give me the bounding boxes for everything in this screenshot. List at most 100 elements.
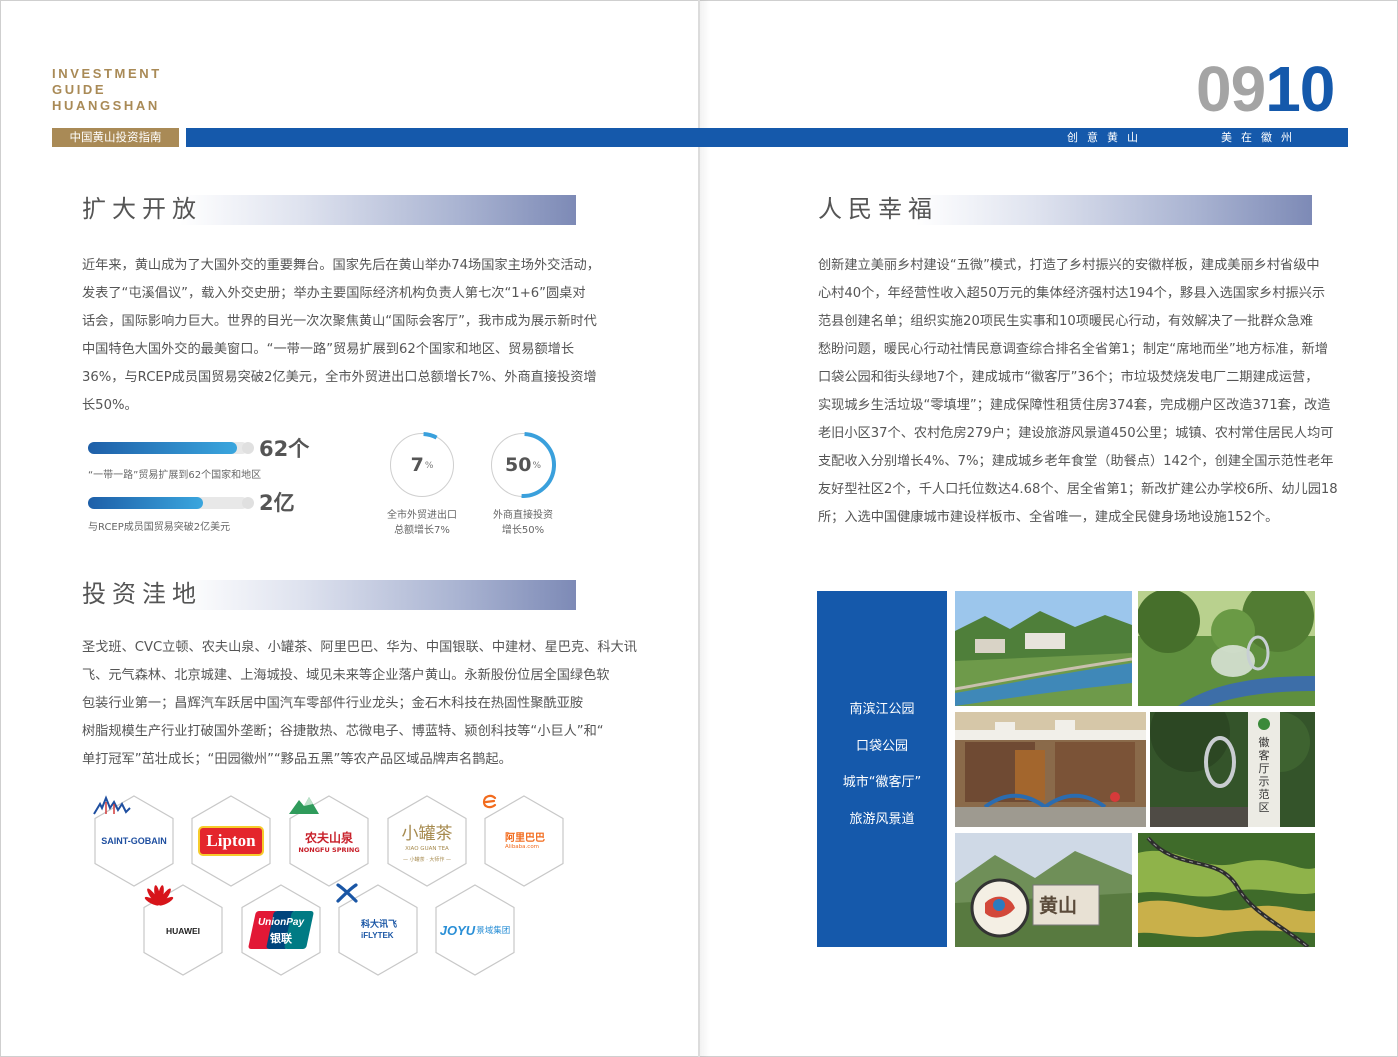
- section-invest-heading: 投资洼地: [82, 580, 576, 610]
- stat-value-countries: 62个: [259, 437, 310, 461]
- happy-line-8: 支配收入分别增长4%、7%；建成城乡老年食堂（助餐点）142个，创建全国示范性老…: [818, 454, 1334, 469]
- happy-line-10: 所；入选中国健康城市建设样板市、全省唯一，建成全民健身场地设施152个。: [818, 510, 1279, 525]
- progress-fill-rcep: [88, 497, 204, 509]
- stat-caption-countries: “一带一路”贸易扩展到62个国家和地区: [88, 470, 262, 481]
- invest-line-1: 圣戈班、CVC立顿、农夫山泉、小罐茶、阿里巴巴、华为、中国银联、中建材、星巴克、…: [82, 640, 637, 655]
- xiaoguan-en-text: XIAO GUAN TEA: [405, 846, 449, 852]
- photo-scenic-road-aerial: [1138, 833, 1315, 947]
- photo-huike-sign: 徽客厅示范区: [1150, 712, 1315, 827]
- guide-tag: 中国黄山投资指南: [52, 128, 179, 147]
- alibaba-e-icon: [482, 794, 497, 809]
- nongfu-cn-text: 农夫山泉: [304, 830, 353, 845]
- progress-bar-belt-road: [88, 442, 254, 454]
- page-number: 0910: [1196, 54, 1335, 124]
- slogan-right: 美在徽州: [1221, 131, 1301, 144]
- saint-gobain-text: SAINT-GOBAIN: [101, 836, 167, 846]
- brand-title: INVESTMENT GUIDE HUANGSHAN: [52, 66, 162, 114]
- brand-line-2: GUIDE: [52, 82, 107, 97]
- huawei-petal-icon: [144, 885, 174, 906]
- open-paragraph: 近年来，黄山成为了大国外交的重要舞台。国家先后在黄山举办74场国家主场外交活动，…: [82, 252, 600, 420]
- brand-line-3: HUANGSHAN: [52, 98, 160, 113]
- section-open-bar: [180, 195, 576, 225]
- section-happy-heading: 人民幸福: [818, 195, 1312, 225]
- ring-fdi-number: 50: [504, 454, 532, 476]
- photo-riverside-park: [955, 591, 1132, 706]
- open-line-4: 中国特色大国外交的最美窗口。“一带一路”贸易扩展到62个国家和地区、贸易额增长: [82, 342, 575, 357]
- photo-huike-lounge-building: [955, 712, 1146, 827]
- logo-xiaoguan-tea: 小罐茶 XIAO GUAN TEA — 小罐茶 · 大师作 —: [385, 794, 469, 888]
- happy-line-2: 心村40个，年经营性收入超50万元的集体经济强村达194个，黟县入选国家乡村振兴…: [818, 286, 1326, 301]
- nongfu-en-text: NONGFU SPRING: [298, 845, 360, 854]
- photo-huangshan-sign: 黄山: [955, 833, 1132, 947]
- progress-fill-belt-road: [88, 442, 237, 454]
- open-line-3: 话会，国际影响力巨大。世界的目光一次次聚焦黄山“国际会客厅”，我市成为展示新时代: [82, 314, 597, 329]
- caption-nanbinjiang-park: 南滨江公园: [849, 702, 915, 717]
- happy-paragraph: 创新建立美丽乡村建设“五微”模式，打造了乡村振兴的安徽样板，建成美丽乡村省级中 …: [818, 252, 1338, 532]
- photo-caption-panel: 南滨江公园 口袋公园 城市“徽客厅” 旅游风景道: [817, 591, 947, 947]
- joyu-en-text: JOYU: [439, 922, 476, 938]
- happy-line-5: 口袋公园和街头绿地7个，建成城市“徽客厅”36个；市垃圾焚烧发电厂二期建成运营，: [818, 370, 1319, 385]
- logo-saint-gobain: SAINT-GOBAIN: [92, 794, 176, 888]
- section-open-title: 扩大开放: [82, 195, 202, 223]
- xiaoguan-cn-text: 小罐茶: [401, 824, 453, 844]
- section-happy-title: 人民幸福: [818, 195, 938, 223]
- invest-line-2: 飞、元气森林、北京城建、上海城投、域见未来等企业落户黄山。永新股份位居全国绿色软: [82, 668, 610, 683]
- invest-line-5: 单打冠军”茁壮成长；“田园徽州”“黟品五黑”等农产品区域品牌声名鹊起。: [82, 752, 512, 767]
- open-line-2: 发表了“屯溪倡议”，载入外交史册；举办主要国际经济机构负责人第七次“1+6”圆桌…: [82, 286, 586, 301]
- saint-gobain-skyline-icon: [93, 795, 131, 815]
- ring-fdi: 50%: [490, 432, 556, 498]
- happy-line-7: 老旧小区37个、农村危房279户；建设旅游风景道450公里；城镇、农村常住居民人…: [818, 426, 1334, 441]
- alibaba-en-text: Alibaba.com: [505, 843, 540, 850]
- caption-pocket-park: 口袋公园: [855, 739, 908, 754]
- unionpay-cn-text: 银联: [270, 932, 292, 945]
- caption-city-lounge: 城市“徽客厅”: [842, 775, 922, 790]
- invest-line-3: 包装行业第一；昌辉汽车跃居中国汽车零部件行业龙头；金石木科技在热固性聚酰亚胺: [82, 696, 584, 711]
- open-line-6: 长50%。: [82, 398, 138, 413]
- progress-bar-rcep: [88, 497, 254, 509]
- ring-foreign-trade-unit: %: [424, 461, 434, 471]
- happy-line-9: 友好型社区2个，千人口托位数达4.68个、居全省第1；新改扩建公办学校6所、幼儿…: [818, 482, 1338, 497]
- happy-line-1: 创新建立美丽乡村建设“五微”模式，打造了乡村振兴的安徽样板，建成美丽乡村省级中: [818, 258, 1320, 273]
- open-line-1: 近年来，黄山成为了大国外交的重要舞台。国家先后在黄山举办74场国家主场外交活动，: [82, 258, 600, 273]
- logo-alibaba: 阿里巴巴 Alibaba.com: [482, 794, 566, 888]
- ring-fdi-caption-2: 增长50%: [501, 525, 545, 536]
- xiaoguan-sub-text: — 小罐茶 · 大师作 —: [403, 857, 451, 863]
- slogan-left: 创意黄山: [1067, 131, 1147, 144]
- ring-fdi-caption: 外商直接投资 增长50%: [474, 508, 572, 538]
- logo-nongfu-spring: 农夫山泉 NONGFU SPRING: [287, 794, 371, 888]
- section-open-heading: 扩大开放: [82, 195, 576, 225]
- ring-foreign-trade-caption-2: 总额增长7%: [394, 525, 450, 536]
- open-line-5: 36%，与RCEP成员国贸易突破2亿美元，全市外贸进出口总额增长7%、外商直接投…: [82, 370, 597, 385]
- book-spine: [698, 0, 710, 1057]
- ring-foreign-trade: 7%: [389, 432, 455, 498]
- invest-paragraph: 圣戈班、CVC立顿、农夫山泉、小罐茶、阿里巴巴、华为、中国银联、中建材、星巴克、…: [82, 634, 637, 774]
- huangshan-sign-text: 黄山: [1039, 895, 1078, 917]
- ring-foreign-trade-caption-1: 全市外贸进出口: [387, 510, 457, 521]
- ring-foreign-trade-caption: 全市外贸进出口 总额增长7%: [373, 508, 471, 538]
- alibaba-cn-text: 阿里巴巴: [505, 832, 545, 844]
- photo-pocket-park: [1138, 591, 1315, 706]
- section-invest-bar: [180, 580, 576, 610]
- unionpay-en-text: UnionPay: [257, 917, 305, 928]
- header-bar: [186, 128, 1348, 147]
- ring-fdi-caption-1: 外商直接投资: [493, 510, 553, 521]
- ring-fdi-unit: %: [532, 461, 541, 471]
- iflytek-cn-text: 科大讯飞: [360, 920, 397, 930]
- iflytek-x-icon: [336, 883, 358, 903]
- logo-unionpay: UnionPay 银联: [239, 883, 323, 977]
- caption-scenic-road: 旅游风景道: [849, 812, 915, 827]
- happy-line-6: 实现城乡生活垃圾“零填埋”；建成保障性租赁住房374套，完成棚户区改造371套，…: [818, 398, 1331, 413]
- happy-line-3: 范县创建名单；组织实施20项民生实事和10项暖民心行动，有效解决了一批群众急难: [818, 314, 1314, 329]
- ring-foreign-trade-number: 7: [410, 454, 424, 476]
- brand-line-1: INVESTMENT: [52, 66, 162, 81]
- joyu-cn-text: 景域集团: [476, 926, 511, 936]
- lipton-text: Lipton: [206, 831, 256, 850]
- section-happy-bar: [916, 195, 1312, 225]
- logo-iflytek: 科大讯飞 iFLYTEK: [336, 883, 420, 977]
- iflytek-en-text: iFLYTEK: [360, 931, 394, 940]
- happy-line-4: 愁盼问题，暖民心行动社情民意调查综合排名全省第1；制定“席地而坐”地方标准，新增: [818, 342, 1328, 357]
- logo-joyu: JOYU 景域集团: [433, 883, 517, 977]
- nongfu-mountain-icon: [289, 797, 319, 814]
- stat-caption-rcep: 与RCEP成员国贸易突破2亿美元: [88, 522, 231, 533]
- section-invest-title: 投资洼地: [82, 580, 202, 608]
